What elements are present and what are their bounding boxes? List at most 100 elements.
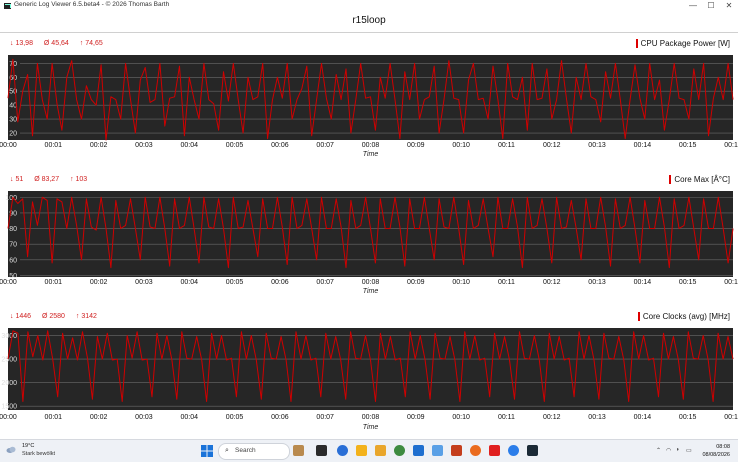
minimize-button[interactable]: — — [684, 0, 702, 12]
speaker-icon[interactable]: ◗ — [676, 447, 680, 453]
taskbar-search[interactable]: ⌕ Search — [218, 443, 290, 460]
clock-date: 08/08/2026 — [702, 452, 730, 458]
document-title: r15loop — [352, 15, 386, 26]
x-tick-label: 00:10 — [452, 142, 470, 149]
weather-temperature[interactable]: 19°C — [22, 443, 34, 449]
x-tick-label: 00:07 — [316, 414, 334, 421]
x-tick-label: 00:14 — [634, 279, 652, 286]
search-icon: ⌕ — [225, 447, 229, 454]
y-tick-label: 2000 — [1, 380, 17, 387]
x-tick-label: 00:05 — [226, 142, 244, 149]
x-tick-label: 00:05 — [226, 279, 244, 286]
x-tick-label: 00:10 — [452, 279, 470, 286]
x-axis-label: Time — [363, 151, 379, 158]
mail-icon[interactable] — [413, 445, 424, 456]
x-tick-label: 00:02 — [90, 414, 108, 421]
youtube-icon[interactable] — [489, 445, 500, 456]
x-tick-label: 00:06 — [271, 279, 289, 286]
window-title: Generic Log Viewer 6.5.beta4 - © 2026 Th… — [14, 1, 170, 8]
cloud-icon[interactable] — [6, 445, 16, 454]
x-tick-label: 00:08 — [362, 142, 380, 149]
clock[interactable]: 08:08 08/08/2026 — [702, 443, 730, 459]
x-tick-label: 00:15 — [679, 279, 697, 286]
task-view-icon[interactable] — [316, 445, 327, 456]
y-tick-label: 60 — [9, 257, 17, 264]
close-button[interactable]: ✕ — [720, 0, 738, 12]
search-placeholder: Search — [235, 447, 256, 454]
x-tick-label: 00:01 — [45, 142, 63, 149]
x-tick-label: 00:10 — [452, 414, 470, 421]
x-tick-label: 00:00 — [0, 279, 17, 286]
office-icon[interactable] — [451, 445, 462, 456]
x-tick-label: 00:16 — [724, 414, 738, 421]
y-tick-label: 30 — [9, 117, 17, 124]
edge-icon[interactable] — [337, 445, 348, 456]
x-tick-label: 00:00 — [0, 414, 17, 421]
chevron-up-icon[interactable]: ⌃ — [656, 447, 661, 454]
x-tick-label: 00:04 — [180, 142, 198, 149]
x-tick-label: 00:13 — [588, 279, 606, 286]
document-header: r15loop — [0, 12, 738, 32]
start-icon[interactable] — [201, 445, 213, 457]
photos-icon[interactable] — [432, 445, 443, 456]
x-tick-label: 00:08 — [362, 414, 380, 421]
cat-widget-icon[interactable] — [293, 445, 304, 456]
x-tick-label: 00:07 — [316, 279, 334, 286]
x-tick-label: 00:09 — [407, 414, 425, 421]
x-tick-label: 00:05 — [226, 414, 244, 421]
divider — [0, 32, 738, 33]
chart-clocks[interactable]: 1500 2000 2500 3000 00:00 00:01 00:02 00:03 00:0… — [0, 313, 738, 437]
x-tick-label: 00:09 — [407, 279, 425, 286]
y-tick-label: 20 — [9, 131, 17, 138]
x-tick-label: 00:15 — [679, 142, 697, 149]
x-tick-label: 00:07 — [316, 142, 334, 149]
store-icon[interactable] — [508, 445, 519, 456]
y-tick-label: 2500 — [1, 357, 17, 364]
x-tick-label: 00:03 — [135, 414, 153, 421]
x-tick-label: 00:16 — [724, 279, 738, 286]
x-tick-label: 00:13 — [588, 414, 606, 421]
x-tick-label: 00:01 — [45, 279, 63, 286]
x-tick-label: 00:09 — [407, 142, 425, 149]
x-tick-label: 00:08 — [362, 279, 380, 286]
x-axis-label: Time — [363, 424, 379, 431]
taskbar: 19°C Stark bewölkt ⌕ Search ⌃ ◠ ◗ ▭ 08:0… — [0, 439, 738, 462]
x-tick-label: 00:02 — [90, 279, 108, 286]
clock-time: 08:08 — [716, 444, 730, 450]
y-tick-label: 3000 — [1, 333, 17, 340]
files-icon[interactable] — [356, 445, 367, 456]
x-tick-label: 00:16 — [724, 142, 738, 149]
y-tick-label: 70 — [9, 242, 17, 249]
wifi-icon[interactable]: ◠ — [666, 447, 671, 454]
explorer-icon[interactable] — [375, 445, 386, 456]
x-tick-label: 00:12 — [543, 279, 561, 286]
firefox-icon[interactable] — [470, 445, 481, 456]
x-tick-label: 00:12 — [543, 414, 561, 421]
x-tick-label: 00:14 — [634, 142, 652, 149]
x-tick-label: 00:06 — [271, 414, 289, 421]
title-bar: Generic Log Viewer 6.5.beta4 - © 2026 Th… — [0, 0, 738, 12]
chrome-icon[interactable] — [394, 445, 405, 456]
x-tick-label: 00:04 — [180, 414, 198, 421]
x-tick-label: 00:14 — [634, 414, 652, 421]
x-tick-label: 00:03 — [135, 142, 153, 149]
terminal-icon[interactable] — [527, 445, 538, 456]
weather-description[interactable]: Stark bewölkt — [22, 451, 55, 457]
battery-icon[interactable]: ▭ — [686, 447, 692, 454]
x-tick-label: 00:13 — [588, 142, 606, 149]
x-tick-label: 00:12 — [543, 142, 561, 149]
app-icon — [4, 3, 11, 9]
x-tick-label: 00:01 — [45, 414, 63, 421]
chart-power[interactable]: 20304050607000:00 00:01 00:02 00:03 00:04 00:… — [0, 40, 738, 166]
maximize-button[interactable]: ☐ — [702, 0, 720, 12]
x-tick-label: 00:00 — [0, 142, 17, 149]
x-tick-label: 00:11 — [498, 279, 515, 286]
x-tick-label: 00:03 — [135, 279, 153, 286]
x-tick-label: 00:04 — [180, 279, 198, 286]
plot-area — [8, 328, 733, 410]
x-tick-label: 00:11 — [498, 142, 515, 149]
x-tick-label: 00:06 — [271, 142, 289, 149]
y-tick-label: 80 — [9, 226, 17, 233]
x-tick-label: 00:15 — [679, 414, 697, 421]
chart-temperature[interactable]: 506070809010000:00 00:01 00:02 00:03 00:04 00… — [0, 176, 738, 302]
